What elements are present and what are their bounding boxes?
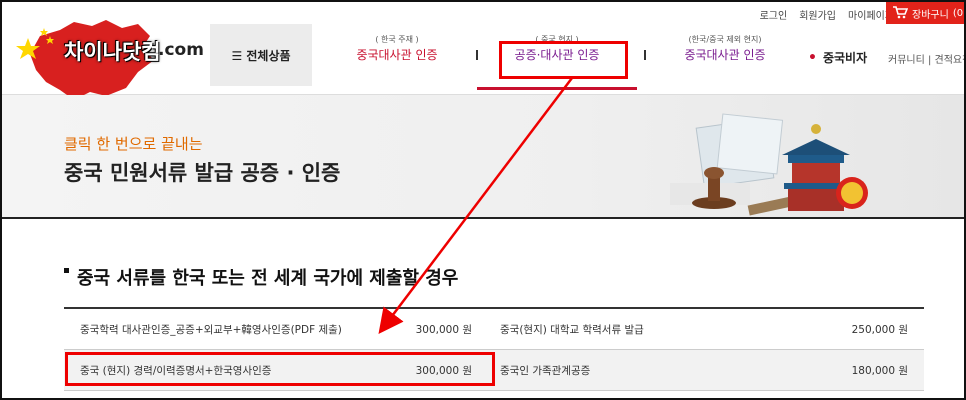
hero-banner: 클릭 한 번으로 끝내는 중국 민원서류 발급 공증 · 인증 [2,95,964,219]
nav-separator [644,50,646,60]
banner-subtitle: 클릭 한 번으로 끝내는 [64,135,203,153]
nav-embassy-other-label: 중국대사관 인증 [684,48,766,62]
cart-label: 장바구니 [912,9,949,21]
top-links: 로그인 회원가입 마이페이지 [760,7,894,22]
site-header: 차이나닷컴 .com ☰ 전체상품 ( 한국 주재 ) 중국대사관 인증 ( 중… [2,20,964,100]
cart-icon [892,5,909,22]
page-frame: 로그인 회원가입 마이페이지 장바구니 (0) 차이나닷컴 .com ☰ 전체상… [0,0,966,400]
section-title: 중국 서류를 한국 또는 전 세계 국가에 제출할 경우 [64,264,458,290]
login-link[interactable]: 로그인 [760,7,788,22]
product-price: 180,000 원 [851,364,908,377]
signup-link[interactable]: 회원가입 [799,7,836,22]
logo-text: 차이나닷컴 [64,40,161,64]
active-nav-underline [477,87,637,90]
product-name[interactable]: 중국(현지) 대학교 학력서류 발급 [482,322,810,337]
nav-separator [476,50,478,60]
nav-embassy-other[interactable]: (한국/중국 제외 현지) 중국대사관 인증 [670,34,780,63]
all-products-button[interactable]: ☰ 전체상품 [210,24,312,86]
annotation-box-row [65,352,495,386]
nav-china-visa-label: 중국비자 [822,51,868,65]
logo-suffix: .com [158,40,204,60]
table-row: 중국학력 대사관인증_공증+외교부+韓영사인증(PDF 제출) 300,000 … [64,309,924,350]
cart-button[interactable]: 장바구니 (0) [886,2,966,24]
nav-embassy-korea[interactable]: ( 한국 주재 ) 중국대사관 인증 [342,34,452,63]
title-bullet-icon [64,267,69,273]
temple-stamp-illustration [670,113,868,216]
product-price: 300,000 원 [415,323,472,336]
nav-embassy-korea-label: 중국대사관 인증 [356,48,438,62]
community-link[interactable]: 커뮤니티 | 견적요청 [888,51,964,66]
nav-embassy-other-note: (한국/중국 제외 현지) [688,35,762,44]
cart-count: (0) [952,7,966,19]
nav-china-visa[interactable]: • 중국비자 [808,49,867,66]
section-title-text: 중국 서류를 한국 또는 전 세계 국가에 제출할 경우 [77,268,459,289]
annotation-box-nav [499,41,628,79]
product-price: 250,000 원 [851,323,908,336]
product-name[interactable]: 중국학력 대사관인증_공증+외교부+韓영사인증(PDF 제출) [64,322,382,337]
nav-embassy-korea-note: ( 한국 주재 ) [375,35,419,44]
bullet-icon: • [808,50,817,66]
product-name[interactable]: 중국인 가족관계공증 [482,363,810,378]
banner-title: 중국 민원서류 발급 공증 · 인증 [64,161,341,185]
